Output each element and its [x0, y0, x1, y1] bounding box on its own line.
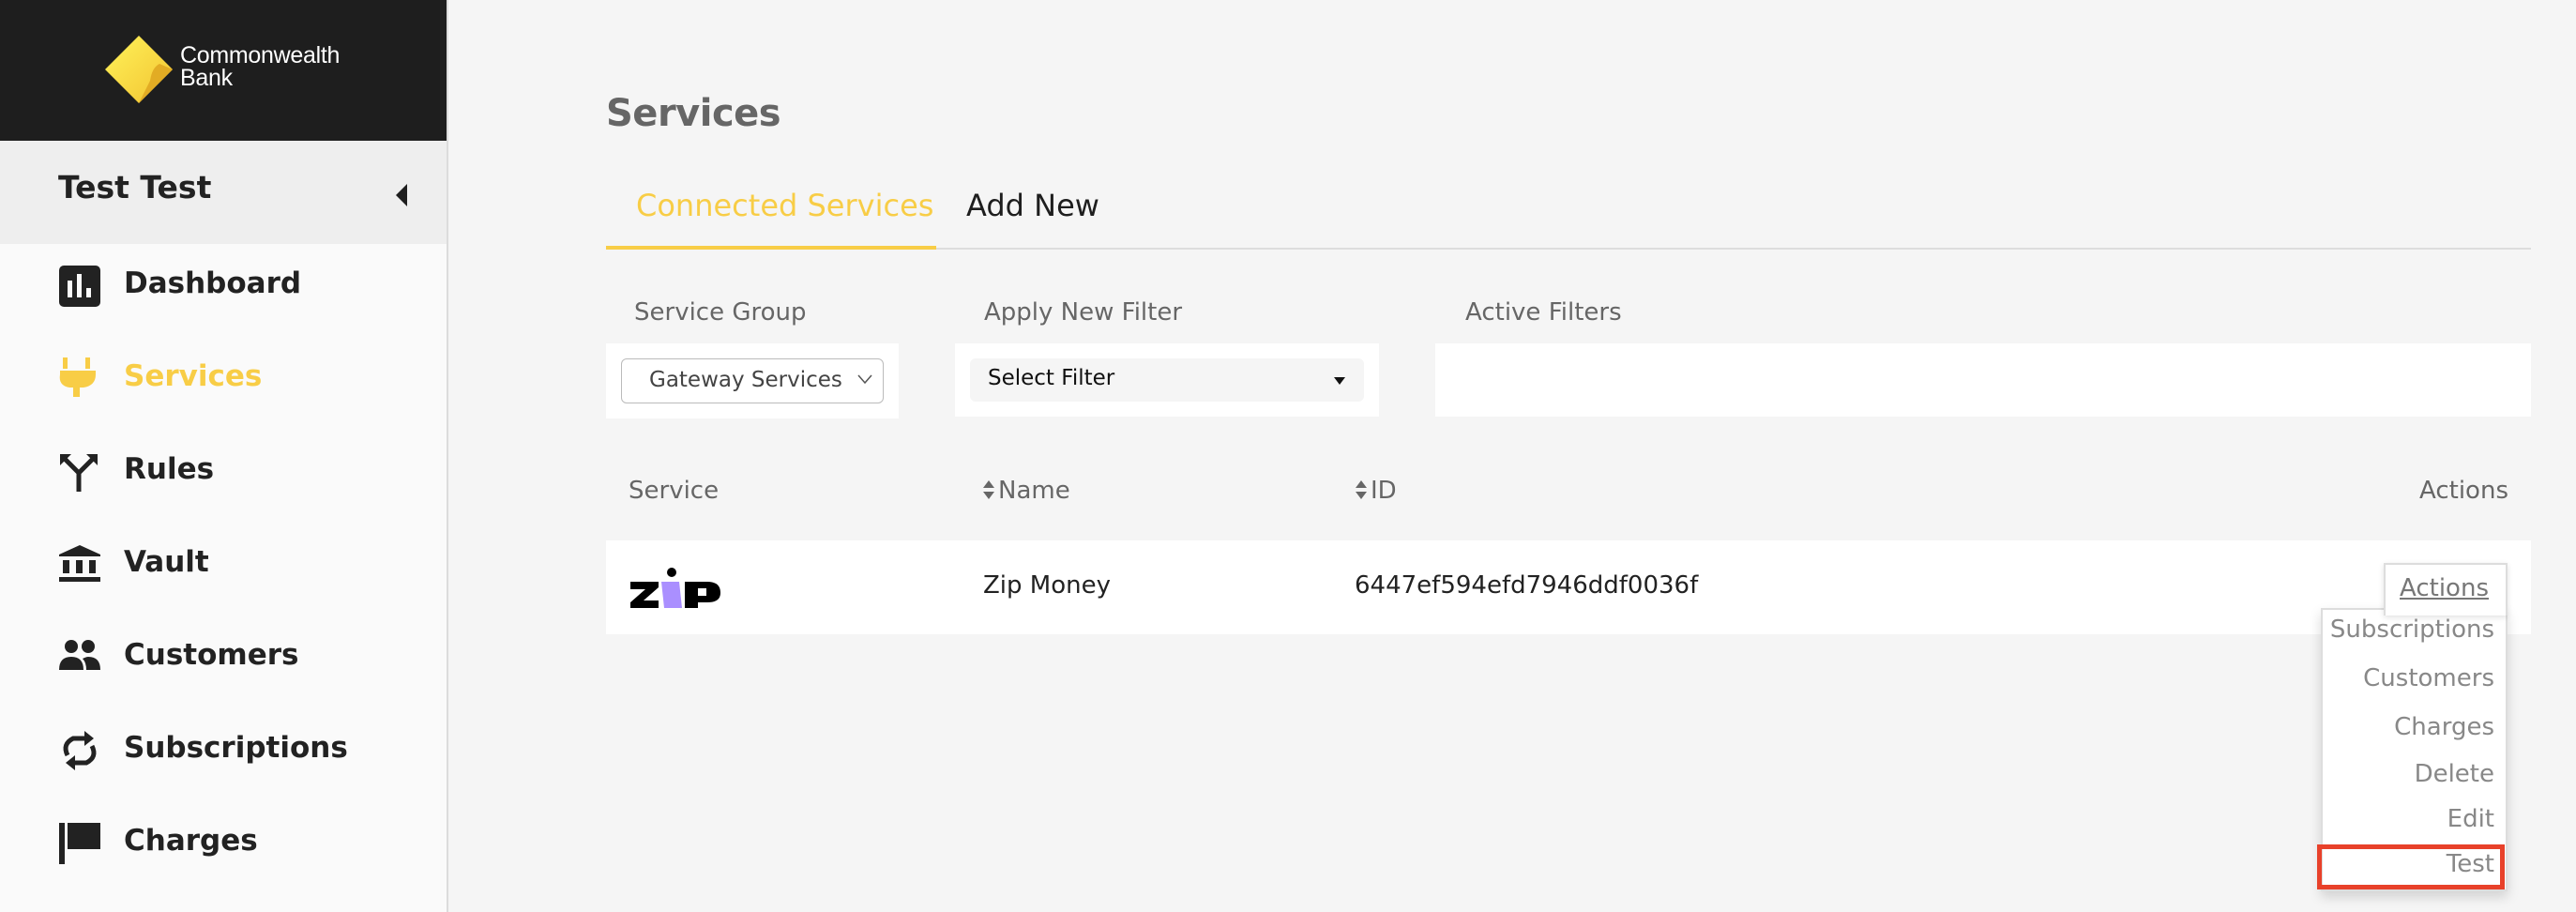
sidebar-item-services[interactable]: Services — [0, 337, 447, 421]
select-filter-value: Select Filter — [988, 366, 1115, 390]
sidebar-item-label: Subscriptions — [124, 731, 348, 765]
active-filters-box — [1435, 343, 2531, 417]
page-title: Services — [606, 92, 781, 135]
zip-logo-icon — [630, 568, 720, 608]
sidebar: Commonwealth Bank Test Test Dashboard Se… — [0, 0, 448, 912]
sort-icon — [1356, 480, 1367, 499]
brand-line2: Bank — [180, 65, 233, 91]
service-id: 6447ef594efd7946ddf0036f — [1355, 571, 1699, 600]
sidebar-item-label: Services — [124, 359, 263, 393]
service-name: Zip Money — [983, 571, 1112, 600]
active-filters-label: Active Filters — [1465, 298, 1622, 327]
flag-icon — [59, 823, 100, 864]
cba-logo-icon — [105, 36, 173, 103]
column-header-actions: Actions — [2419, 477, 2508, 505]
sidebar-item-label: Customers — [124, 638, 299, 672]
tab-connected-services[interactable]: Connected Services — [636, 188, 933, 223]
brand-name: Commonwealth Bank — [180, 42, 341, 91]
service-group-select[interactable]: Gateway Services — [621, 358, 884, 403]
table-row: Zip Money 6447ef594efd7946ddf0036f — [606, 540, 2531, 634]
apply-filter-label: Apply New Filter — [984, 298, 1183, 327]
menu-item-test[interactable]: Test — [2447, 850, 2494, 878]
caret-down-icon — [1334, 377, 1345, 385]
bank-icon — [59, 545, 100, 582]
select-filter-dropdown[interactable]: Select Filter — [970, 358, 1364, 402]
apply-filter-panel: Select Filter — [955, 343, 1379, 417]
sort-icon — [983, 480, 994, 499]
menu-item-subscriptions[interactable]: Subscriptions — [2330, 616, 2494, 644]
plug-icon — [59, 357, 96, 397]
column-header-id-label: ID — [1371, 477, 1397, 505]
active-tab-indicator — [606, 246, 936, 250]
menu-item-customers[interactable]: Customers — [2363, 664, 2494, 692]
user-row: Test Test — [0, 141, 447, 244]
sidebar-item-charges[interactable]: Charges — [0, 801, 447, 886]
column-header-id[interactable]: ID — [1355, 477, 1397, 505]
service-group-panel: Gateway Services — [606, 343, 899, 418]
menu-item-charges[interactable]: Charges — [2394, 713, 2494, 741]
brand-line1: Commonwealth — [180, 42, 341, 68]
caret-left-icon[interactable] — [394, 183, 409, 207]
actions-button[interactable]: Actions — [2384, 563, 2508, 616]
tab-add-new[interactable]: Add New — [966, 188, 1099, 223]
menu-item-delete[interactable]: Delete — [2415, 760, 2494, 788]
column-header-name-label: Name — [998, 477, 1070, 505]
service-group-value: Gateway Services — [649, 368, 842, 392]
sidebar-item-vault[interactable]: Vault — [0, 523, 447, 607]
sidebar-item-rules[interactable]: Rules — [0, 430, 447, 514]
sidebar-item-label: Charges — [124, 824, 258, 858]
column-header-service: Service — [629, 477, 720, 505]
sidebar-item-dashboard[interactable]: Dashboard — [0, 244, 447, 328]
actions-button-label: Actions — [2400, 574, 2489, 602]
chevron-down-icon — [857, 374, 872, 385]
sidebar-item-label: Vault — [124, 545, 209, 579]
menu-item-edit[interactable]: Edit — [2447, 805, 2494, 833]
fork-icon — [60, 454, 98, 492]
brand-header: Commonwealth Bank — [0, 0, 447, 141]
sidebar-item-customers[interactable]: Customers — [0, 616, 447, 700]
column-header-name[interactable]: Name — [982, 477, 1070, 505]
tab-bar: Connected Services Add New — [606, 169, 2531, 250]
user-name: Test Test — [58, 169, 212, 205]
sidebar-item-label: Rules — [124, 452, 215, 486]
sync-icon — [63, 731, 97, 770]
bar-chart-icon — [59, 266, 100, 307]
people-icon — [59, 640, 100, 670]
sidebar-item-label: Dashboard — [124, 266, 302, 300]
sidebar-item-subscriptions[interactable]: Subscriptions — [0, 708, 447, 793]
service-group-label: Service Group — [634, 298, 807, 327]
actions-menu: Subscriptions Customers Charges Delete E… — [2321, 608, 2508, 891]
